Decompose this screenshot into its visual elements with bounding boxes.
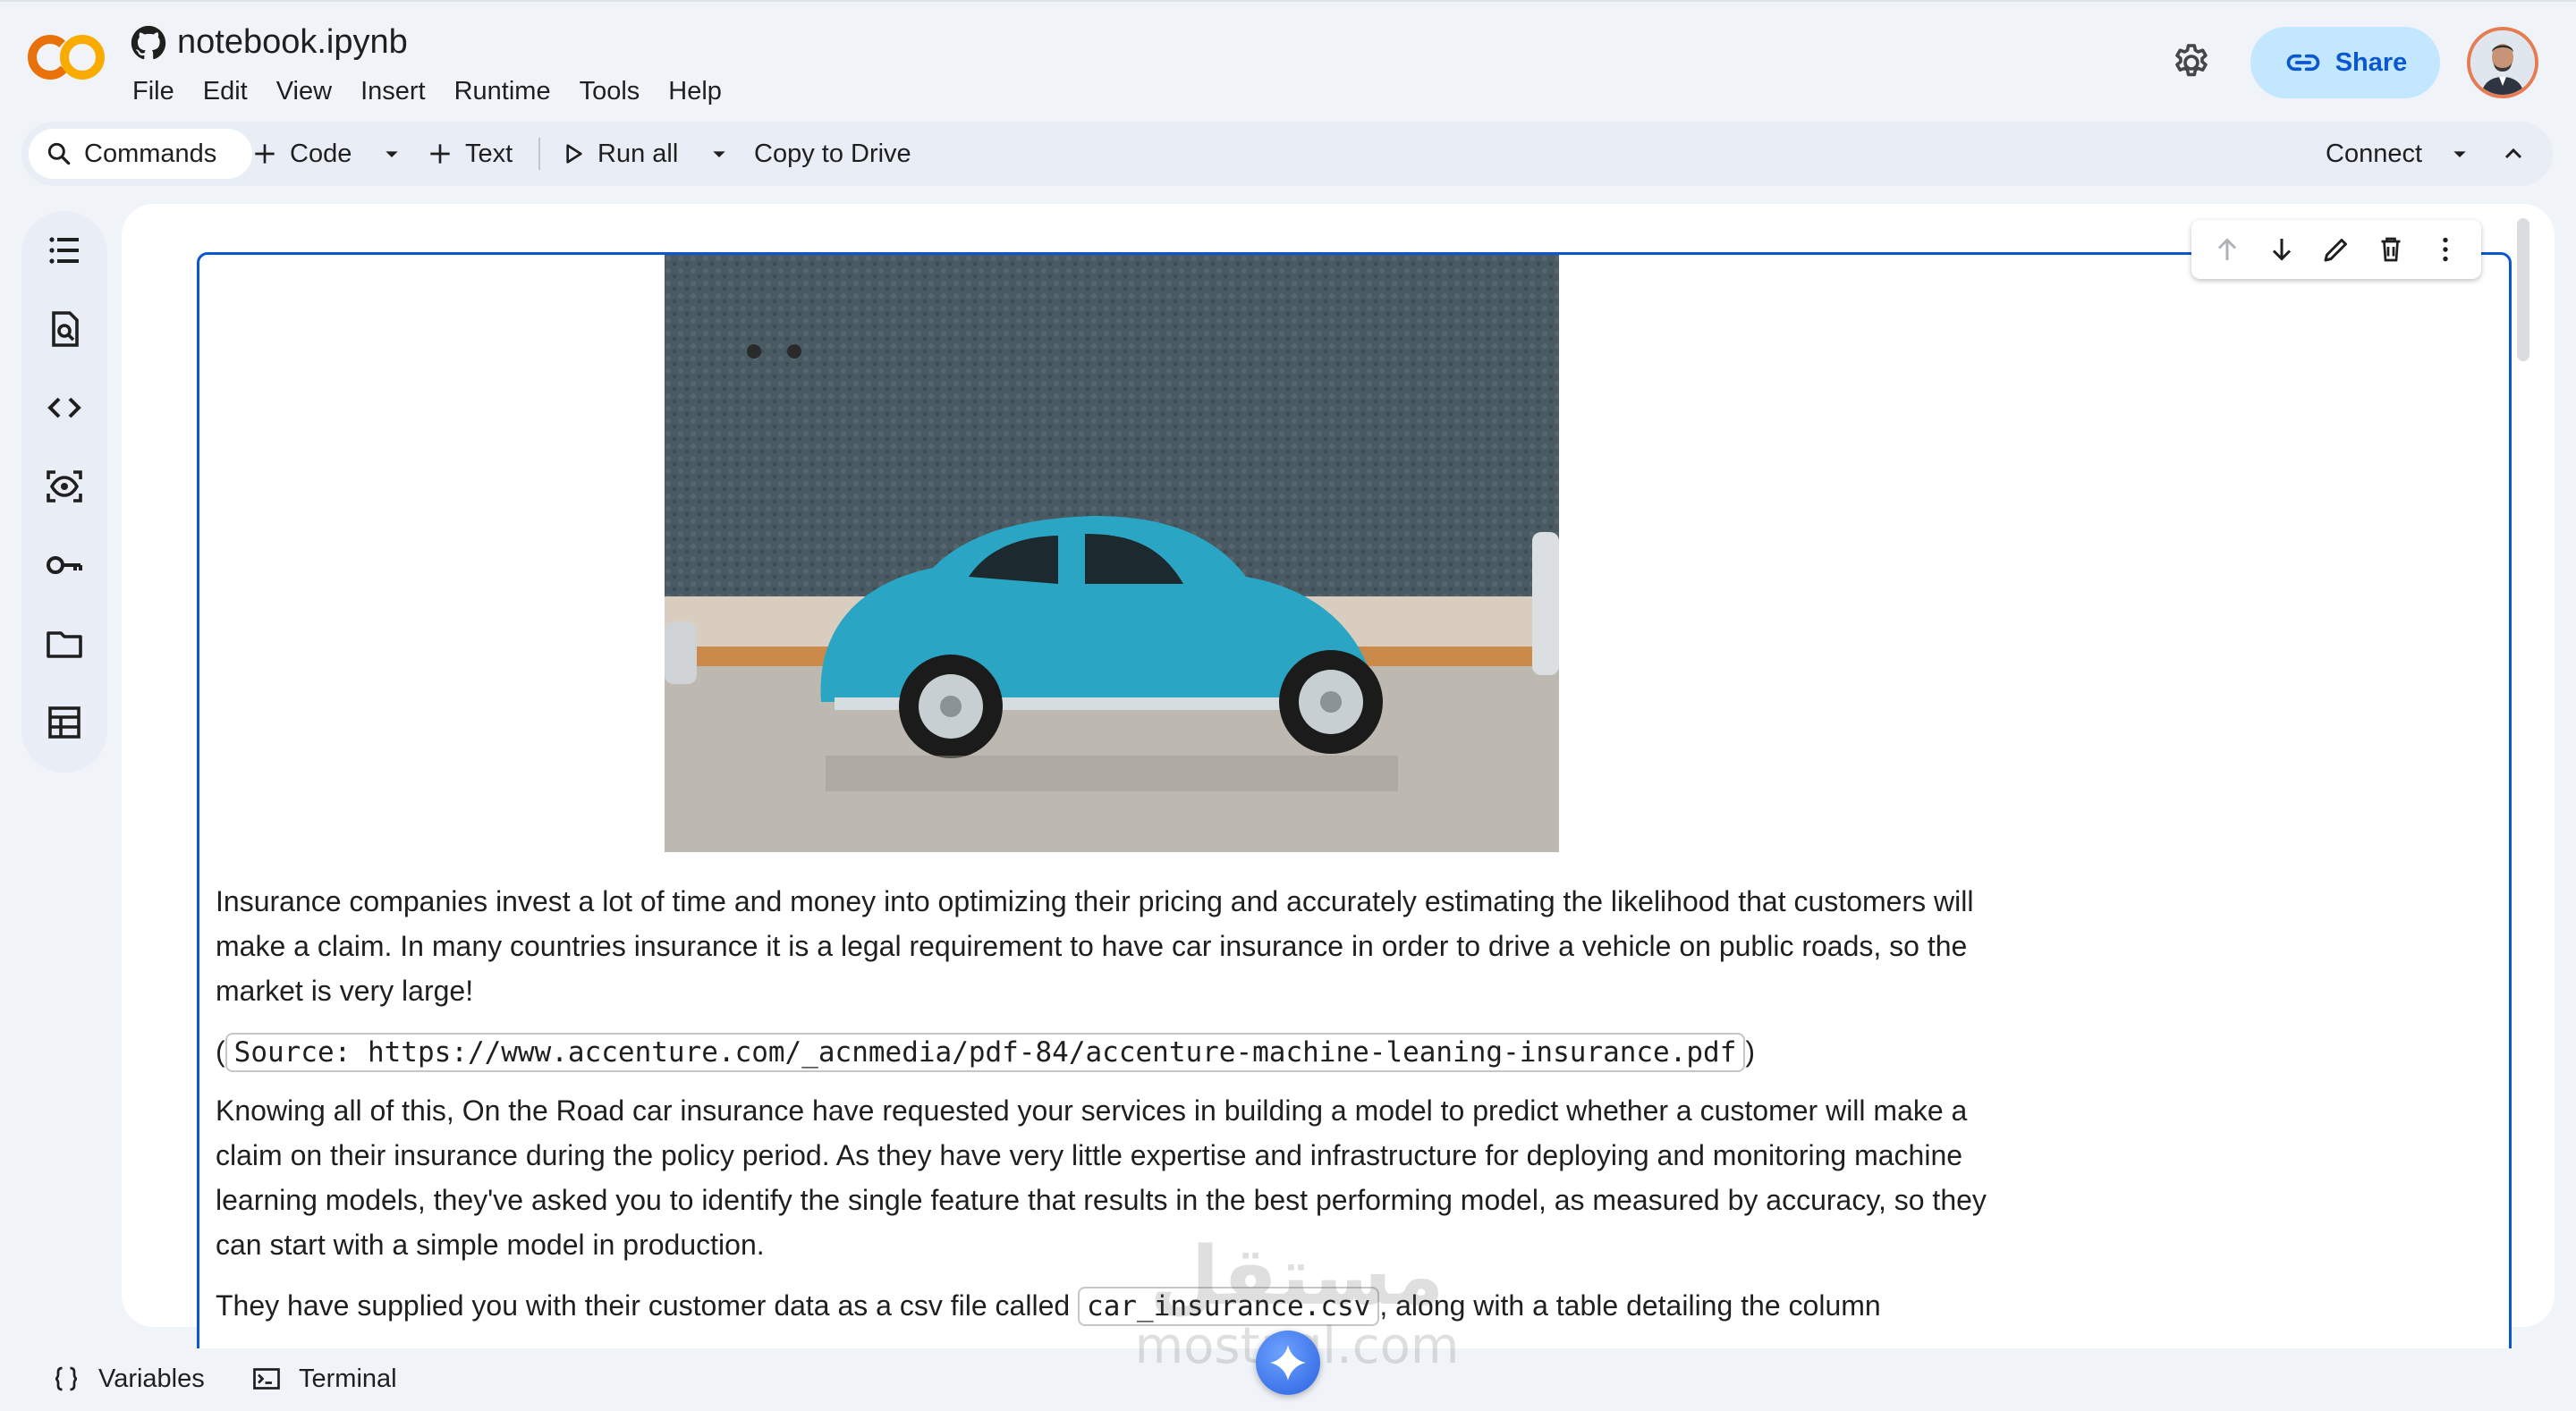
data-paragraph: They have supplied you with their custom… [216,1283,2031,1329]
notebook-toolbar: Commands Code Text Run all Copy to Drive… [21,122,2553,186]
avatar-portrait-icon [2470,30,2535,95]
connect-label: Connect [2326,139,2423,168]
share-label: Share [2334,47,2408,77]
files-folder-icon[interactable] [43,622,86,665]
source-line: (Source: https://www.accenture.com/_acnm… [216,1029,1755,1075]
move-down-icon[interactable] [2266,233,2298,266]
add-text-button[interactable]: Text [426,122,513,186]
github-icon [131,25,166,59]
caret-down-icon [386,151,398,157]
code-dropdown[interactable] [377,122,406,186]
sparkle-icon [1270,1345,1306,1381]
copy-to-drive-button[interactable]: Copy to Drive [754,122,911,186]
collapse-toolbar-button[interactable] [2499,122,2528,186]
watermark-arabic: مستقل [1149,1229,1445,1323]
link-icon [2286,54,2319,72]
settings-gear-icon[interactable] [2170,41,2213,84]
caret-down-icon [2453,151,2466,157]
menu-edit[interactable]: Edit [203,77,248,106]
commands-label: Commands [84,139,217,168]
menu-view[interactable]: View [276,77,332,106]
connect-button[interactable]: Connect [2326,122,2422,186]
menu-insert[interactable]: Insert [360,77,426,106]
run-all-dropdown[interactable] [705,122,733,186]
source-close-paren: ) [1745,1035,1756,1068]
user-avatar[interactable] [2467,27,2538,98]
edit-pencil-icon[interactable] [2320,233,2352,266]
notebook-name[interactable]: notebook.ipynb [177,23,408,62]
search-icon [47,142,71,165]
terminal-button[interactable]: Terminal [250,1363,397,1395]
more-options-icon[interactable] [2429,233,2462,266]
source-url-code: Source: https://www.accenture.com/_acnme… [225,1033,1746,1072]
text-label: Text [465,139,513,168]
data-table-icon[interactable] [43,701,86,744]
gemini-assistant-button[interactable] [1256,1331,1320,1395]
car-image [665,255,1559,852]
colab-logo[interactable] [27,32,106,82]
notebook-title-row: notebook.ipynb [131,23,408,62]
code-label: Code [290,139,352,168]
commands-button[interactable]: Commands [45,122,216,186]
secrets-key-icon[interactable] [43,544,86,587]
menu-file[interactable]: File [132,77,174,106]
share-button[interactable]: Share [2250,27,2440,98]
run-all-label: Run all [597,139,679,168]
terminal-label: Terminal [299,1364,397,1393]
top-bar: notebook.ipynb File Edit View Insert Run… [0,0,2576,116]
menu-help[interactable]: Help [668,77,722,106]
find-icon[interactable] [43,308,86,351]
delete-trash-icon[interactable] [2375,233,2407,266]
variables-label: Variables [98,1364,205,1393]
add-code-button[interactable]: Code [250,122,352,186]
connect-dropdown[interactable] [2445,122,2474,186]
move-up-icon[interactable] [2211,233,2243,266]
plus-icon [430,144,450,164]
menu-runtime[interactable]: Runtime [454,77,551,106]
chevron-up-icon [2504,148,2522,159]
terminal-icon [253,1368,280,1390]
toolbar-divider [538,138,540,170]
copy-to-drive-label: Copy to Drive [754,139,911,168]
caret-down-icon [713,151,725,157]
code-snippets-icon[interactable] [43,386,86,429]
intro-paragraph: Insurance companies invest a lot of time… [216,885,1974,1007]
data-paragraph-text: They have supplied you with their custom… [216,1289,1079,1322]
menu-tools[interactable]: Tools [580,77,640,106]
run-all-button[interactable]: Run all [558,122,678,186]
menu-bar: File Edit View Insert Runtime Tools Help [132,77,722,106]
notebook-scrollbar[interactable] [2517,218,2529,361]
table-of-contents-icon[interactable] [43,229,86,272]
cell-toolbar [2191,220,2481,279]
plus-icon [255,144,275,164]
variables-inspector-icon[interactable] [43,465,86,508]
braces-icon [55,1366,78,1391]
task-paragraph: Knowing all of this, On the Road car ins… [216,1094,1987,1261]
variables-button[interactable]: Variables [50,1363,205,1395]
play-icon [566,144,582,164]
source-open-paren: ( [216,1035,225,1068]
left-sidebar [21,211,107,773]
